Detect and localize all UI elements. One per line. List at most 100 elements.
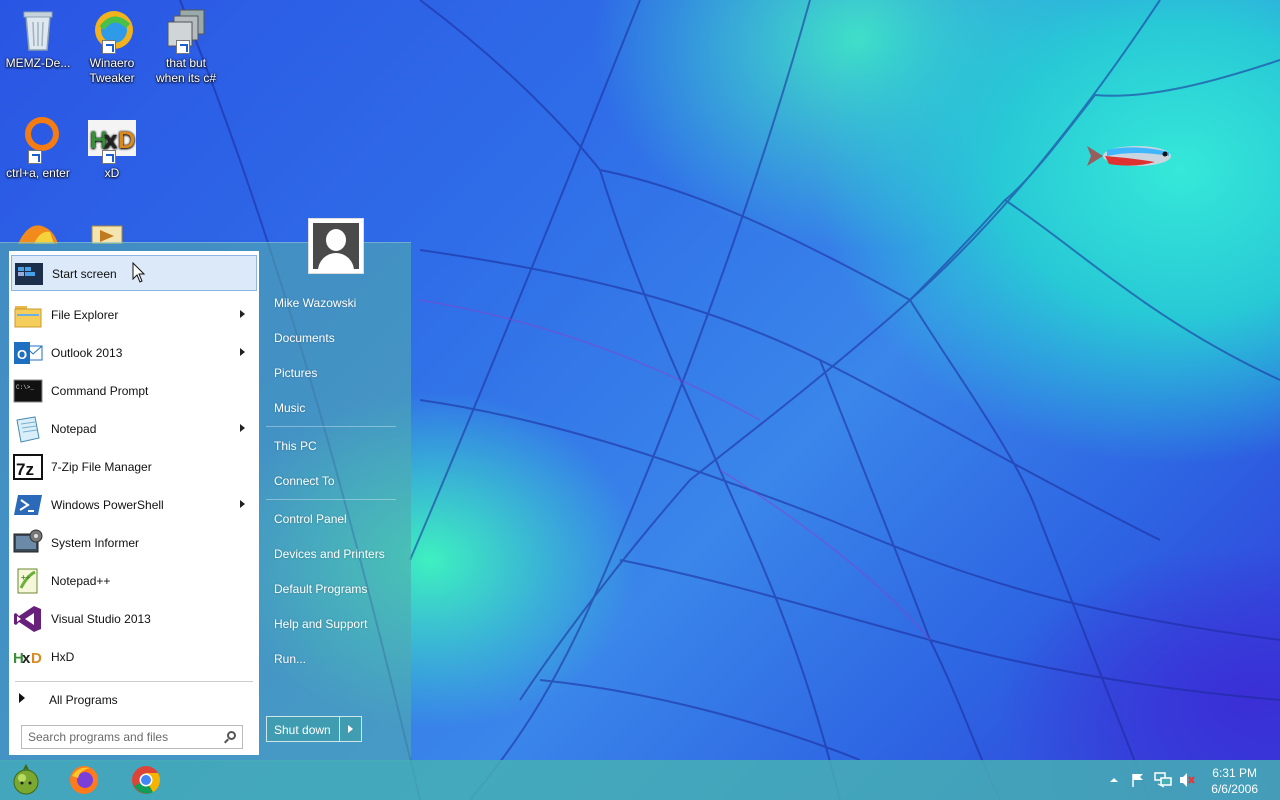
start-right-help-and-support[interactable]: Help and Support: [274, 617, 367, 631]
desktop-icon-that-but-csharp[interactable]: that but when its c#: [148, 6, 224, 86]
partial-desktop-icon: [91, 225, 123, 244]
program-label: Notepad++: [51, 574, 111, 588]
desktop-icon-label: ctrl+a, enter: [6, 166, 70, 180]
start-right-user-name[interactable]: Mike Wazowski: [274, 296, 356, 310]
program-label: Outlook 2013: [51, 346, 123, 360]
svg-text:D: D: [31, 650, 42, 667]
start-right-pictures[interactable]: Pictures: [274, 366, 317, 380]
program-label: Command Prompt: [51, 384, 149, 398]
program-label: HxD: [51, 650, 75, 664]
system-informer-icon: [13, 529, 43, 553]
start-orb-icon[interactable]: [10, 764, 42, 796]
shut-down-button[interactable]: Shut down: [266, 716, 362, 742]
seven-zip-icon: 7z: [13, 454, 43, 480]
svg-text:D: D: [118, 127, 135, 154]
desktop-icon-winaero-tweaker[interactable]: Winaero Tweaker: [74, 6, 150, 86]
submenu-arrow-icon: [240, 310, 245, 318]
start-item-windows-powershell[interactable]: Windows PowerShell: [11, 487, 257, 523]
desktop-icon-ctrl-a-enter[interactable]: ctrl+a, enter: [0, 116, 76, 181]
start-right-default-programs[interactable]: Default Programs: [274, 582, 367, 596]
search-input[interactable]: [28, 729, 216, 745]
clock-time: 6:31 PM: [1212, 766, 1257, 780]
start-menu-programs-pane: Start screen File Explorer O Outlook 201…: [9, 251, 259, 755]
start-right-documents[interactable]: Documents: [274, 331, 335, 345]
start-search-box[interactable]: [21, 725, 243, 749]
start-item-7zip[interactable]: 7z 7-Zip File Manager: [11, 449, 257, 485]
svg-text:++: ++: [21, 573, 31, 582]
shut-down-divider: [339, 717, 340, 741]
start-screen-icon: [15, 263, 43, 285]
start-right-this-pc[interactable]: This PC: [274, 439, 317, 453]
hxd-icon: H x D: [13, 650, 42, 667]
mouse-cursor-icon: [132, 262, 146, 283]
user-avatar[interactable]: [308, 218, 364, 274]
network-icon[interactable]: [1154, 772, 1172, 788]
start-right-run[interactable]: Run...: [274, 652, 306, 666]
start-right-music[interactable]: Music: [274, 401, 305, 415]
shortcut-arrow-icon: [102, 40, 116, 54]
orange-ring-icon: [14, 116, 62, 164]
firefox-icon[interactable]: [68, 764, 100, 796]
user-silhouette-icon: [313, 223, 359, 269]
svg-text:C:\>_: C:\>_: [16, 384, 34, 391]
program-label: System Informer: [51, 536, 140, 550]
show-hidden-icons-chevron[interactable]: [1108, 772, 1120, 788]
shut-down-label: Shut down: [274, 723, 331, 737]
powershell-icon: [14, 495, 42, 515]
desktop-icon-label: Winaero Tweaker: [89, 56, 135, 85]
program-label: Notepad: [51, 422, 97, 436]
notepad-plus-plus-icon: ++: [17, 568, 38, 594]
shortcut-arrow-icon: [28, 150, 42, 164]
program-label: File Explorer: [51, 308, 119, 322]
desktop-icon-label: xD: [104, 166, 120, 180]
svg-text:O: O: [17, 347, 27, 362]
chrome-icon[interactable]: [130, 764, 162, 796]
start-item-file-explorer[interactable]: File Explorer: [11, 297, 257, 333]
all-programs-button[interactable]: All Programs: [11, 685, 257, 713]
all-programs-label: All Programs: [49, 693, 118, 707]
svg-text:x: x: [22, 650, 31, 667]
shortcut-arrow-icon: [176, 40, 190, 54]
shut-down-options-arrow-icon[interactable]: [348, 725, 353, 733]
search-icon[interactable]: [227, 731, 236, 740]
action-center-flag-icon[interactable]: [1130, 772, 1146, 788]
partial-desktop-icon: [18, 225, 58, 244]
start-item-notepad-plus-plus[interactable]: ++ Notepad++: [11, 563, 257, 599]
programs-separator: [15, 681, 253, 682]
program-label: Start screen: [52, 267, 117, 281]
desktop-icon-memz[interactable]: MEMZ-De...: [0, 6, 76, 71]
right-pane-separator: [266, 499, 396, 500]
clock-date: 6/6/2006: [1211, 782, 1258, 796]
stacked-windows-icon: [162, 6, 210, 54]
start-right-devices-and-printers[interactable]: Devices and Printers: [274, 547, 385, 561]
program-label: Visual Studio 2013: [51, 612, 151, 626]
recycle-bin-icon: [14, 6, 62, 54]
start-right-control-panel[interactable]: Control Panel: [274, 512, 347, 526]
start-item-notepad[interactable]: Notepad: [11, 411, 257, 447]
start-item-outlook-2013[interactable]: O Outlook 2013: [11, 335, 257, 371]
start-item-command-prompt[interactable]: C:\>_ Command Prompt: [11, 373, 257, 409]
program-label: Windows PowerShell: [51, 498, 164, 512]
taskbar-clock[interactable]: 6:31 PM 6/6/2006: [1211, 765, 1258, 797]
notepad-icon: [16, 416, 40, 443]
fish-icon: [1087, 146, 1171, 166]
start-item-visual-studio-2013[interactable]: Visual Studio 2013: [11, 601, 257, 637]
submenu-arrow-icon: [240, 424, 245, 432]
volume-muted-icon[interactable]: [1178, 772, 1196, 788]
start-right-connect-to[interactable]: Connect To: [274, 474, 335, 488]
start-item-hxd[interactable]: H x D HxD: [11, 639, 257, 675]
submenu-arrow-icon: [240, 500, 245, 508]
outlook-icon: O: [14, 342, 43, 364]
command-prompt-icon: C:\>_: [13, 379, 43, 403]
svg-text:7z: 7z: [16, 460, 34, 479]
desktop-icon-label: that but when its c#: [155, 56, 217, 85]
winaero-icon: [88, 6, 136, 54]
desktop-icon-label: MEMZ-De...: [5, 56, 71, 70]
start-menu: Start screen File Explorer O Outlook 201…: [0, 242, 411, 761]
hxd-icon: H x D: [88, 116, 136, 164]
visual-studio-icon: [14, 606, 41, 632]
submenu-arrow-icon: [240, 348, 245, 356]
desktop-icon-xd[interactable]: H x D xD: [74, 116, 150, 181]
all-programs-arrow-icon: [19, 693, 25, 703]
start-item-system-informer[interactable]: System Informer: [11, 525, 257, 561]
